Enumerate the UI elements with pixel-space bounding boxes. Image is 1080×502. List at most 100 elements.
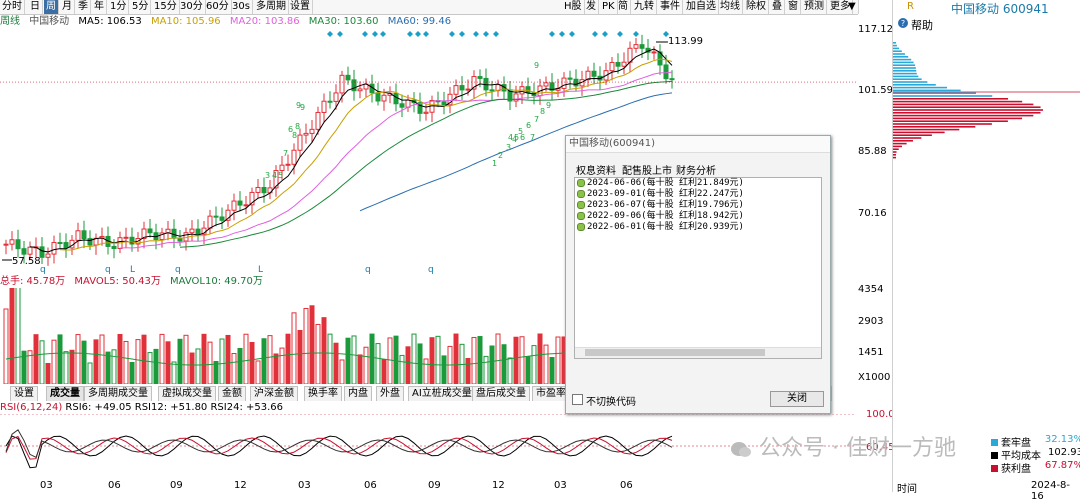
toolbar-right-1[interactable]: 发 <box>584 0 599 14</box>
volume-bar <box>81 340 87 384</box>
tab-4[interactable]: 金额 <box>218 386 246 401</box>
dialog-title: 中国移动(600941) <box>566 136 830 153</box>
toolbar-right-5[interactable]: 事件 <box>658 0 683 14</box>
tab-0[interactable]: 设置 <box>10 386 38 401</box>
chip-bar <box>893 70 917 72</box>
candle-body <box>441 101 447 106</box>
toolbar-8[interactable]: 15分 <box>152 0 180 14</box>
toolbar-right-8[interactable]: 除权 <box>744 0 769 14</box>
horizontal-scrollbar[interactable] <box>575 347 821 358</box>
toolbar-11[interactable]: 30s <box>230 0 253 14</box>
volume-bar <box>177 338 183 384</box>
toolbar-right-6[interactable]: 加自选 <box>684 0 719 14</box>
dividend-list[interactable]: 2024-06-06(每十股 红利21.849元) 2023-09-01(每十股… <box>574 177 822 359</box>
toolbar-10[interactable]: 60分 <box>204 0 232 14</box>
toolbar-6[interactable]: 1分 <box>108 0 130 14</box>
volume-bar <box>411 333 417 384</box>
toolbar-right-7[interactable]: 均线 <box>718 0 743 14</box>
rsi-axis-0: 100.0 <box>866 409 895 420</box>
scrollbar-thumb[interactable] <box>585 349 765 356</box>
list-item[interactable]: 2023-06-07(每十股 红利19.796元) <box>575 200 821 211</box>
toolbar-9[interactable]: 30分 <box>178 0 206 14</box>
tab-placement-listing[interactable]: 配售股上市 <box>622 162 672 177</box>
ma20-value: MA20: 103.86 <box>229 16 300 27</box>
toolbar-right-0[interactable]: H股 <box>562 0 585 14</box>
help-icon[interactable]: ? <box>897 17 909 29</box>
chip-bar <box>893 106 1041 108</box>
candle-body <box>663 64 669 80</box>
toolbar-4[interactable]: 季 <box>76 0 91 14</box>
more-dropdown-icon[interactable]: ▼ <box>846 0 859 14</box>
toolbar-3[interactable]: 月 <box>60 0 75 14</box>
candle-body <box>213 215 219 218</box>
close-button[interactable]: 关闭 <box>770 391 824 407</box>
signal-diamond-icon <box>372 31 378 37</box>
tab-9[interactable]: AI立桩成交量 <box>408 386 476 401</box>
toolbar-right-4[interactable]: 九转 <box>632 0 657 14</box>
count-label: 4 <box>272 171 277 180</box>
toolbar-right-11[interactable]: 预测 <box>802 0 827 14</box>
candle-body <box>615 61 621 67</box>
list-item[interactable]: 2024-06-06(每十股 红利21.849元) <box>575 178 821 189</box>
volume-bar <box>297 329 303 384</box>
toolbar-right-9[interactable]: 叠 <box>770 0 785 14</box>
legend-profit-label: 获利盘 <box>1001 464 1031 475</box>
candle-body <box>63 242 69 249</box>
volume-bar <box>159 333 165 384</box>
volume-bar <box>249 341 255 384</box>
toolbar-right-10[interactable]: 窗 <box>786 0 801 14</box>
candle-body <box>609 61 615 72</box>
list-item[interactable]: 2022-06-01(每十股 红利20.939元) <box>575 222 821 233</box>
list-item[interactable]: 2022-09-06(每十股 红利18.942元) <box>575 211 821 222</box>
tab-6[interactable]: 换手率 <box>304 386 342 401</box>
toolbar-7[interactable]: 5分 <box>130 0 152 14</box>
volume-axis-2: 1451 <box>858 347 884 358</box>
candle-body <box>21 248 27 255</box>
candle-body <box>291 149 297 165</box>
dividend-icon <box>577 222 585 231</box>
volume-bar <box>333 342 339 384</box>
rsi-label: RSI(6,12,24) <box>0 402 63 413</box>
count-label: 5 <box>514 133 519 142</box>
tab-5[interactable]: 沪深金额 <box>250 386 298 401</box>
volume-bar <box>477 336 483 384</box>
dividend-row-text: 2023-09-01(每十股 红利22.247元) <box>587 189 744 199</box>
candle-body <box>297 134 303 151</box>
legend-profit-value: 67.87% <box>1044 460 1080 471</box>
toolbar-2[interactable]: 周 <box>44 0 59 14</box>
tab-2[interactable]: 多周期成交量 <box>84 386 152 401</box>
candle-body <box>459 85 465 91</box>
tab-8[interactable]: 外盘 <box>376 386 404 401</box>
volume-bar <box>327 333 333 384</box>
no-switch-checkbox[interactable] <box>572 394 583 405</box>
candle-body <box>15 239 21 250</box>
period-label: 周线 <box>0 16 20 27</box>
list-item[interactable]: 2023-09-01(每十股 红利22.247元) <box>575 189 821 200</box>
volume-bar <box>513 336 519 384</box>
signal-diamond-icon <box>449 31 455 37</box>
tab-3[interactable]: 虚拟成交量 <box>158 386 216 401</box>
volume-bar <box>309 305 315 384</box>
volume-bar <box>123 340 129 384</box>
tab-10[interactable]: 盘后成交量 <box>472 386 530 401</box>
volume-legend: 总手: 45.78万 MAVOL5: 50.43万 MAVOL10: 49.70… <box>0 276 269 288</box>
count-label: 7 <box>530 133 535 142</box>
toolbar-12[interactable]: 多周期 <box>254 0 289 14</box>
toolbar-right-2[interactable]: PK <box>600 0 618 14</box>
volume-bar <box>501 344 507 384</box>
tab-7[interactable]: 内盘 <box>344 386 372 401</box>
toolbar-right-3[interactable]: 简 <box>616 0 631 14</box>
chip-bar <box>893 67 916 69</box>
signal-diamond-icon <box>459 31 465 37</box>
candle-body <box>333 92 339 102</box>
toolbar-5[interactable]: 年 <box>92 0 107 14</box>
tab-1[interactable]: 成交量 <box>46 386 84 401</box>
rsi-chart[interactable] <box>0 414 856 478</box>
toolbar-13[interactable]: 设置 <box>288 0 313 14</box>
candle-body <box>309 128 315 134</box>
toolbar-0[interactable]: 分时 <box>0 0 25 14</box>
volume-bar <box>237 348 243 384</box>
candle-body <box>279 164 285 172</box>
toolbar-1[interactable]: 日 <box>28 0 43 14</box>
tab-financial-analysis[interactable]: 财务分析 <box>676 162 716 177</box>
